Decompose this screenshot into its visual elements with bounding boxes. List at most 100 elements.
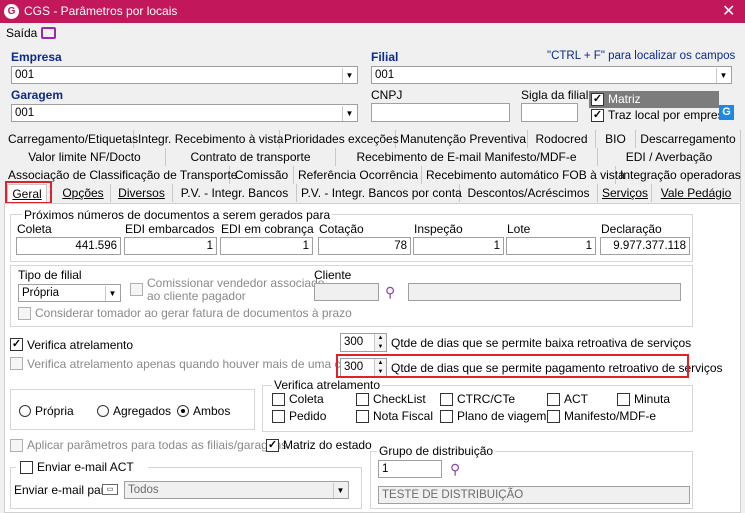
- cotacao-field[interactable]: 78: [318, 237, 411, 255]
- edi-embarcados-label: EDI embarcados: [125, 222, 215, 236]
- checklist-label: CheckList: [373, 392, 426, 406]
- act-checkbox[interactable]: [547, 393, 560, 406]
- tab-pv-integr-conta[interactable]: P.V. - Integr. Bancos por conta: [297, 184, 462, 202]
- grupo-code-field[interactable]: 1: [378, 460, 442, 478]
- filial-select[interactable]: 001 ▼: [371, 66, 732, 84]
- aplicar-label: Aplicar parâmetros para todas as filiais…: [27, 438, 288, 452]
- tab-comissao[interactable]: Comissão: [230, 166, 294, 184]
- radio-ambos[interactable]: [177, 405, 189, 417]
- spin-arrows-icon[interactable]: ▲ ▼: [374, 334, 386, 351]
- search-icon[interactable]: ⚲: [450, 461, 460, 478]
- considerar-checkbox[interactable]: [18, 307, 31, 320]
- g-logo-icon[interactable]: G: [719, 105, 734, 120]
- aplicar-checkbox[interactable]: [10, 439, 23, 452]
- lote-field[interactable]: 1: [506, 237, 596, 255]
- tab-edi-averbacao[interactable]: EDI / Averbação: [598, 148, 741, 166]
- pedido-checkbox[interactable]: [272, 410, 285, 423]
- radio-ambos-label: Ambos: [193, 404, 231, 418]
- verifica-atrelamento-checkbox[interactable]: ✓: [10, 338, 23, 351]
- edi-cobranca-field[interactable]: 1: [220, 237, 313, 255]
- radio-propria-label: Própria: [35, 404, 74, 418]
- chevron-down-icon: ▼: [342, 106, 356, 121]
- tab-carregamento[interactable]: Carregamento/Etiquetas: [4, 130, 138, 148]
- checklist-checkbox[interactable]: [356, 393, 369, 406]
- verifica-apenas-checkbox[interactable]: [10, 357, 23, 370]
- sigla-field[interactable]: [521, 103, 578, 122]
- cliente-name-field: [408, 283, 681, 301]
- plano-viagem-label: Plano de viagem: [457, 409, 547, 423]
- lote-label: Lote: [507, 222, 531, 236]
- matriz-checkbox[interactable]: ✓: [591, 93, 604, 106]
- close-icon[interactable]: ✕: [722, 1, 735, 21]
- baixa-dias-stepper[interactable]: 300 ▲ ▼: [340, 333, 387, 352]
- coleta-check-label: Coleta: [289, 392, 324, 406]
- tab-integr-recebimento[interactable]: Integr. Recebimento à vista: [134, 130, 283, 148]
- radio-agregados[interactable]: [97, 405, 109, 417]
- tab-recebimento-email[interactable]: Recebimento de E-mail Manifesto/MDF-e: [336, 148, 598, 166]
- plano-viagem-checkbox[interactable]: [440, 410, 453, 423]
- monitor-icon[interactable]: [41, 27, 56, 39]
- tab-recebimento-fob[interactable]: Recebimento automático FOB à vista: [422, 166, 625, 184]
- matriz-label: Matriz: [608, 92, 641, 106]
- inspecao-label: Inspeção: [414, 222, 463, 236]
- search-icon[interactable]: ⚲: [385, 284, 395, 301]
- comissionar-label-1: Comissionar vendedor associado: [147, 276, 325, 290]
- enviar-para-select[interactable]: Todos ▼: [124, 481, 349, 499]
- ctrc-checkbox[interactable]: [440, 393, 453, 406]
- tab-integracao-operadoras[interactable]: Integração operadoras: [616, 166, 741, 184]
- tab-vale-pedagio[interactable]: Vale Pedágio: [652, 184, 741, 202]
- radio-propria[interactable]: [19, 405, 31, 417]
- minuta-checkbox[interactable]: [617, 393, 630, 406]
- minuta-label: Minuta: [634, 392, 671, 406]
- coleta-checkbox[interactable]: [272, 393, 285, 406]
- menu-saida[interactable]: Saída: [6, 26, 37, 40]
- nota-fiscal-label: Nota Fiscal: [373, 409, 434, 423]
- edi-cobranca-label: EDI em cobrança: [221, 222, 314, 236]
- considerar-label: Considerar tomador ao gerar fatura de do…: [35, 306, 352, 320]
- tipo-filial-select[interactable]: Própria ▼: [18, 284, 121, 302]
- window-title: CGS - Parâmetros por locais: [24, 4, 178, 18]
- matriz-row[interactable]: ✓ Matriz: [589, 91, 719, 108]
- tipo-filial-label: Tipo de filial: [18, 268, 82, 282]
- garagem-select[interactable]: 001 ▼: [11, 104, 358, 122]
- matriz-estado-checkbox[interactable]: ✓: [266, 439, 279, 452]
- verifica-apenas-label: Verifica atrelamento apenas quando houve…: [27, 357, 372, 371]
- cotacao-label: Cotação: [319, 222, 364, 236]
- baixa-dias-label: Qtde de dias que se permite baixa retroa…: [391, 336, 692, 350]
- empresa-select[interactable]: 001 ▼: [11, 66, 358, 84]
- tab-valor-limite[interactable]: Valor limite NF/Docto: [4, 148, 166, 166]
- nota-fiscal-checkbox[interactable]: [356, 410, 369, 423]
- coleta-field[interactable]: 441.596: [16, 237, 121, 255]
- inspecao-field[interactable]: 1: [413, 237, 504, 255]
- tab-descontos[interactable]: Descontos/Acréscimos: [460, 184, 598, 202]
- search-hint: "CTRL + F" para localizar os campos: [547, 50, 736, 62]
- tab-opcoes[interactable]: Opções: [56, 184, 111, 202]
- tab-servicos[interactable]: Serviços: [598, 184, 652, 202]
- tab-descarregamento[interactable]: Descarregamento: [636, 130, 741, 148]
- traz-local-checkbox[interactable]: ✓: [591, 109, 604, 122]
- tab-referencia[interactable]: Referência Ocorrência: [294, 166, 422, 184]
- tab-rodocred[interactable]: Rodocred: [528, 130, 596, 148]
- edi-embarcados-field[interactable]: 1: [124, 237, 217, 255]
- tab-row-3: Associação de Classificação de Transport…: [4, 166, 745, 184]
- pagamento-highlight: [336, 354, 689, 378]
- tab-pv-integr[interactable]: P.V. - Integr. Bancos: [173, 184, 297, 202]
- tab-manutencao[interactable]: Manutenção Preventiva: [396, 130, 528, 148]
- verifica-atrelamento-label: Verifica atrelamento: [27, 338, 134, 352]
- tab-bio[interactable]: BIO: [596, 130, 636, 148]
- pedido-label: Pedido: [289, 409, 327, 423]
- tab-diversos[interactable]: Diversos: [111, 184, 173, 202]
- declaracao-field[interactable]: 9.977.377.118: [600, 237, 690, 255]
- ctrc-label: CTRC/CTe: [457, 392, 516, 406]
- cnpj-field[interactable]: [371, 103, 510, 122]
- tab-contrato[interactable]: Contrato de transporte: [166, 148, 336, 166]
- traz-local-label: Traz local por empresa: [608, 108, 731, 122]
- manifesto-checkbox[interactable]: [547, 410, 560, 423]
- tab-prioridades[interactable]: Prioridades exceções: [280, 130, 399, 148]
- comissionar-checkbox[interactable]: [130, 283, 143, 296]
- enviar-email-checkbox[interactable]: [20, 461, 33, 474]
- cliente-code-field[interactable]: [314, 283, 379, 301]
- enviar-para-label: Enviar e-mail para: [14, 483, 112, 497]
- verifica-group-title: Verifica atrelamento: [272, 378, 383, 392]
- chevron-down-icon: ▼: [716, 68, 730, 83]
